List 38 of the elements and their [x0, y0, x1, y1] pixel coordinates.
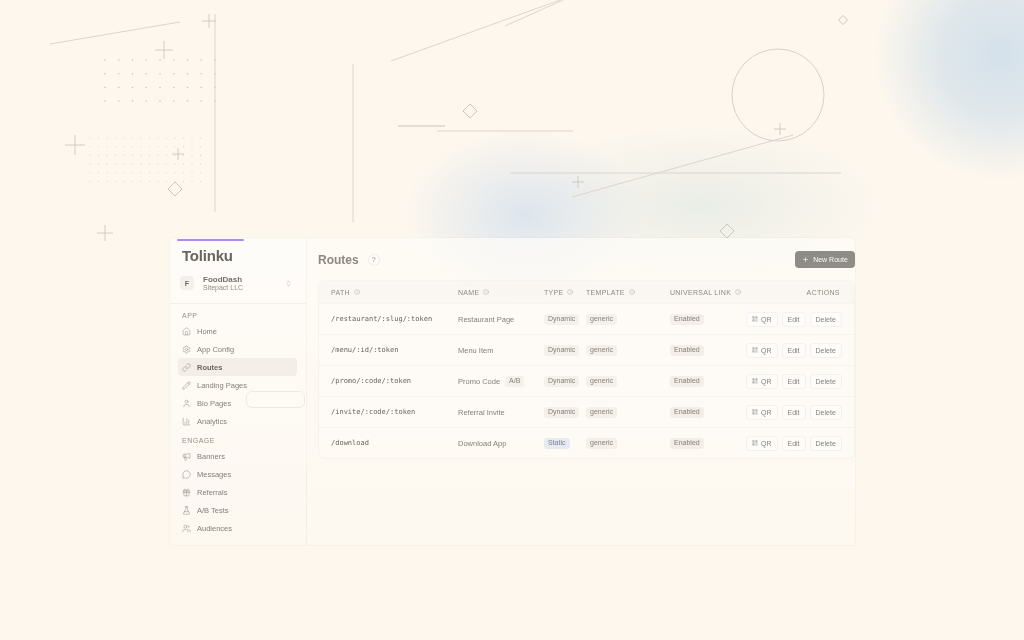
gift-icon: [182, 487, 191, 497]
plus-icon: [802, 256, 810, 263]
qr-code-icon: [752, 378, 758, 384]
info-icon[interactable]: [735, 289, 742, 295]
qr-code-icon: [752, 347, 758, 353]
logo: Tolinku: [182, 247, 233, 264]
workspace-name: FoodDash: [203, 274, 244, 284]
info-icon[interactable]: [628, 289, 635, 295]
diamond-shape: [719, 223, 735, 239]
home-icon: [182, 326, 191, 336]
qr-code-icon: [752, 409, 758, 415]
chevrons-icon[interactable]: [285, 279, 292, 287]
cross-mark: [773, 122, 787, 136]
diamond-shape: [167, 181, 183, 197]
info-icon[interactable]: [483, 289, 490, 295]
info-icon[interactable]: [353, 289, 360, 295]
flask-icon: [182, 505, 191, 515]
link-icon: [182, 362, 191, 372]
qr-code-icon: [752, 316, 758, 322]
cross-mark: [154, 40, 174, 60]
diamond-shape: [838, 15, 848, 25]
page-title: Routes: [318, 252, 359, 267]
cross-mark: [171, 147, 185, 161]
chat-bubble-icon: [182, 469, 191, 479]
gear-icon: [182, 344, 191, 354]
cross-mark: [64, 134, 86, 156]
info-icon[interactable]: [567, 289, 574, 295]
accent-bar: [177, 239, 244, 241]
cross-mark: [96, 224, 114, 242]
megaphone-icon: [182, 451, 191, 461]
diamond-shape: [462, 103, 478, 119]
bar-chart-icon: [182, 416, 191, 426]
cross-mark: [571, 175, 585, 189]
cross-mark: [201, 13, 217, 29]
person-icon: [182, 398, 191, 408]
qr-code-icon: [752, 440, 758, 446]
people-icon: [182, 523, 191, 533]
pencil-icon: [182, 380, 191, 390]
